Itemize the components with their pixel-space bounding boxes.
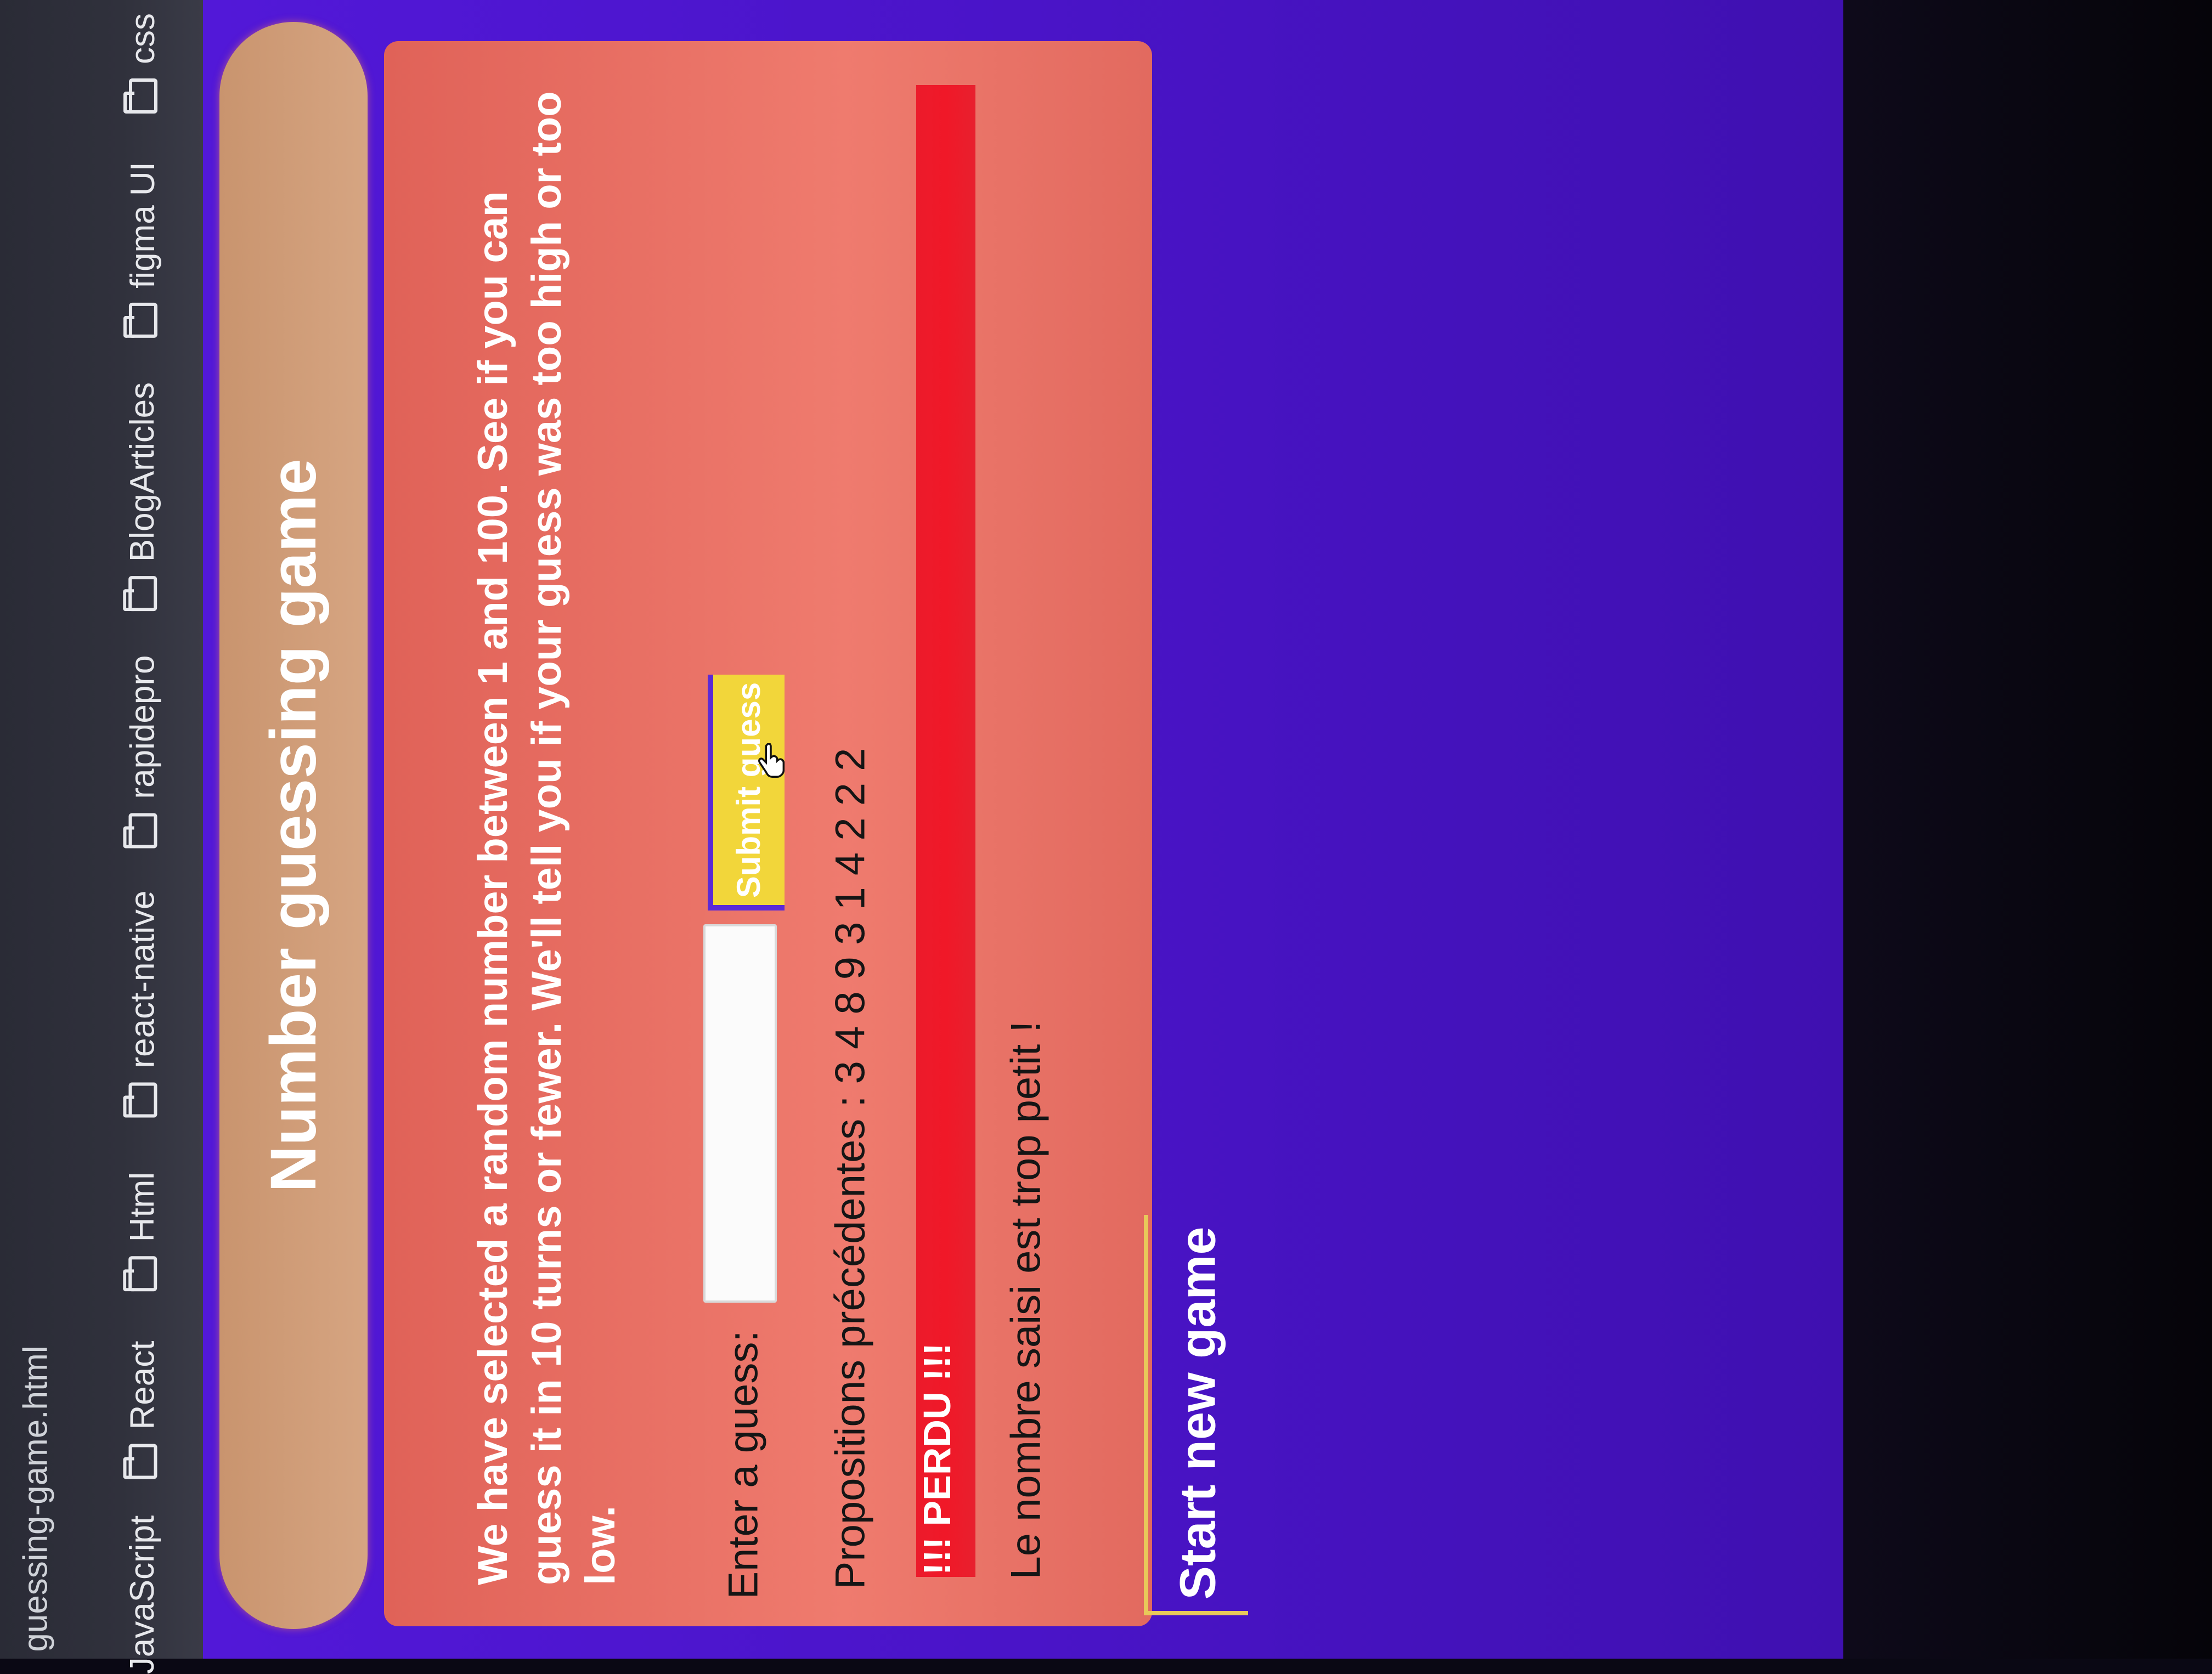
bookmark-label: React <box>123 1341 162 1429</box>
folder-icon <box>128 302 157 338</box>
bookmark-blogarticles[interactable]: BlogArticles <box>110 367 176 625</box>
bookmark-rapidepro[interactable]: rapidepro <box>110 642 176 861</box>
guess-label: Enter a guess: <box>720 1330 767 1599</box>
folder-icon <box>128 1443 157 1479</box>
bookmark-label: BlogArticles <box>123 382 162 562</box>
browser-chrome: guessing-game.html JavaScript React Html… <box>0 0 203 1674</box>
folder-icon <box>128 575 157 611</box>
folder-icon <box>128 78 157 114</box>
submit-guess-button[interactable]: Submit guess <box>708 675 785 910</box>
intro-text: We have selected a random number between… <box>470 91 624 1585</box>
result-wrap: !!! PERDU !!! <box>900 1333 974 1585</box>
folder-icon <box>128 1082 157 1117</box>
previous-guesses: Propositions précédentes : 3 4 8 9 3 1 4… <box>827 748 874 1589</box>
bookmark-label: Html <box>123 1172 162 1242</box>
folder-icon <box>128 812 157 848</box>
bookmark-figma-ui[interactable]: figma UI <box>110 148 176 351</box>
previous-guesses-wrap: Propositions précédentes : 3 4 8 9 3 1 4… <box>812 748 889 1589</box>
folder-icon <box>128 1256 157 1291</box>
bookmark-html[interactable]: Html <box>110 1157 176 1305</box>
bookmark-label: css <box>123 13 162 64</box>
hint-wrap: Le nombre saisi est trop petit ! <box>988 1020 1064 1580</box>
bookmark-label: rapidepro <box>123 655 162 799</box>
intro-block: We have selected a random number between… <box>466 66 624 1585</box>
browser-tab[interactable]: guessing-game.html <box>5 1338 66 1659</box>
start-new-game-label: Start new game <box>1170 1226 1226 1599</box>
start-new-game-button[interactable]: Start new game <box>1144 1215 1248 1615</box>
bookmark-javascript[interactable]: JavaScript <box>110 1515 176 1673</box>
bookmark-react[interactable]: React <box>110 1316 176 1503</box>
screen-bezel <box>1843 0 2212 1659</box>
guess-input[interactable] <box>703 924 777 1303</box>
hint-text: Le nombre saisi est trop petit ! <box>1002 1020 1049 1580</box>
submit-guess-label: Submit guess <box>730 682 768 898</box>
bookmark-css[interactable]: css <box>110 0 176 126</box>
bookmark-label: figma UI <box>123 161 162 289</box>
page-title-wrap: Number guessing game <box>219 22 368 1629</box>
guess-label-wrap: Enter a guess: <box>708 1330 779 1599</box>
result-text: !!! PERDU !!! <box>915 1343 958 1575</box>
page-title: Number guessing game <box>257 459 330 1192</box>
tab-title: guessing-game.html <box>16 1345 55 1652</box>
bookmark-label: JavaScript <box>123 1515 162 1674</box>
hand-cursor-icon <box>758 743 785 778</box>
bookmark-label: react-native <box>123 890 162 1068</box>
bookmark-react-native[interactable]: react-native <box>110 872 176 1135</box>
